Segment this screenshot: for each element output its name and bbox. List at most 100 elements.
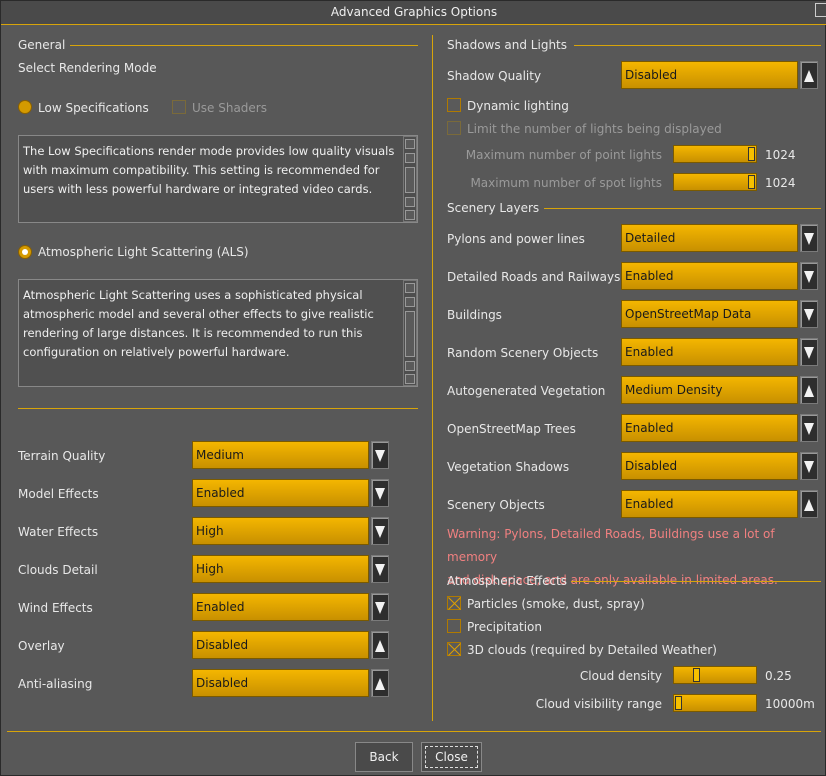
terrain-quality-value[interactable]: Medium — [192, 441, 369, 469]
dynamic-lighting-checkbox[interactable] — [447, 98, 461, 112]
water-effects-combo[interactable]: High — [192, 517, 390, 545]
chevron-up-icon[interactable] — [371, 669, 389, 697]
model-effects-combo[interactable]: Enabled — [192, 479, 390, 507]
low-spec-radio[interactable] — [18, 100, 32, 114]
rendering-mode-label: Select Rendering Mode — [18, 61, 157, 75]
back-button[interactable]: Back — [355, 742, 413, 772]
particles-checkbox[interactable] — [447, 596, 461, 610]
model-effects-label: Model Effects — [18, 487, 99, 501]
detailed-roads-and-railways-combo[interactable]: Enabled — [621, 262, 819, 290]
column-divider — [432, 35, 433, 721]
pylons-and-power-lines-value[interactable]: Detailed — [621, 224, 798, 252]
wind-effects-label: Wind Effects — [18, 601, 93, 615]
pylons-and-power-lines-combo[interactable]: Detailed — [621, 224, 819, 252]
vegetation-shadows-combo[interactable]: Disabled — [621, 452, 819, 480]
autogenerated-vegetation-label: Autogenerated Vegetation — [447, 384, 606, 398]
vegetation-shadows-value[interactable]: Disabled — [621, 452, 798, 480]
autogenerated-vegetation-combo[interactable]: Medium Density — [621, 376, 819, 404]
chevron-up-icon[interactable] — [800, 376, 818, 404]
random-scenery-objects-label: Random Scenery Objects — [447, 346, 599, 360]
chevron-down-icon[interactable] — [371, 479, 389, 507]
chevron-up-icon[interactable] — [800, 61, 818, 89]
openstreetmap-trees-combo[interactable]: Enabled — [621, 414, 819, 442]
cloud-visibility-slider-handle[interactable] — [675, 696, 682, 710]
buildings-value[interactable]: OpenStreetMap Data — [621, 300, 798, 328]
buildings-combo[interactable]: OpenStreetMap Data — [621, 300, 819, 328]
clouds-3d-label: 3D clouds (required by Detailed Weather) — [467, 643, 717, 657]
limit-lights-checkbox[interactable] — [447, 121, 461, 135]
particles-label: Particles (smoke, dust, spray) — [467, 597, 645, 611]
clouds-detail-value[interactable]: High — [192, 555, 369, 583]
point-lights-slider[interactable] — [673, 145, 757, 163]
precipitation-checkbox[interactable] — [447, 619, 461, 633]
openstreetmap-trees-value[interactable]: Enabled — [621, 414, 798, 442]
autogenerated-vegetation-value[interactable]: Medium Density — [621, 376, 798, 404]
use-shaders-label: Use Shaders — [192, 101, 267, 115]
title-bar: Advanced Graphics Options — [1, 1, 826, 25]
chevron-down-icon[interactable] — [371, 593, 389, 621]
point-lights-label: Maximum number of point lights — [465, 148, 662, 162]
chevron-down-icon[interactable] — [800, 338, 818, 366]
random-scenery-objects-value[interactable]: Enabled — [621, 338, 798, 366]
model-effects-value[interactable]: Enabled — [192, 479, 369, 507]
chevron-down-icon[interactable] — [800, 224, 818, 252]
chevron-down-icon[interactable] — [371, 517, 389, 545]
use-shaders-checkbox[interactable] — [172, 100, 186, 114]
point-lights-slider-handle[interactable] — [748, 147, 755, 161]
random-scenery-objects-combo[interactable]: Enabled — [621, 338, 819, 366]
scenery-objects-combo[interactable]: Enabled — [621, 490, 819, 518]
low-spec-scrollbar[interactable] — [403, 136, 417, 222]
chevron-up-icon[interactable] — [371, 631, 389, 659]
clouds-detail-combo[interactable]: High — [192, 555, 390, 583]
clouds-3d-checkbox[interactable] — [447, 642, 461, 656]
anti-aliasing-combo[interactable]: Disabled — [192, 669, 390, 697]
chevron-down-icon[interactable] — [371, 441, 389, 469]
close-window-icon[interactable] — [815, 3, 826, 17]
section-scenery-label: Scenery Layers — [447, 201, 540, 215]
general-separator — [18, 408, 418, 409]
low-spec-label: Low Specifications — [38, 101, 149, 115]
section-general-label: General — [18, 38, 66, 52]
section-general: General — [18, 38, 418, 52]
als-scrollbar[interactable] — [403, 280, 417, 386]
cloud-density-slider[interactable] — [673, 666, 757, 684]
overlay-value[interactable]: Disabled — [192, 631, 369, 659]
chevron-up-icon[interactable] — [800, 490, 818, 518]
water-effects-label: Water Effects — [18, 525, 99, 539]
clouds-detail-label: Clouds Detail — [18, 563, 98, 577]
shadow-quality-value[interactable]: Disabled — [621, 61, 798, 89]
cloud-density-slider-handle[interactable] — [693, 668, 700, 682]
pylons-and-power-lines-label: Pylons and power lines — [447, 232, 585, 246]
chevron-down-icon[interactable] — [800, 300, 818, 328]
chevron-down-icon[interactable] — [371, 555, 389, 583]
cloud-visibility-value: 10000m — [765, 697, 815, 711]
section-atmospheric: Atmospheric Effects — [447, 574, 821, 588]
wind-effects-value[interactable]: Enabled — [192, 593, 369, 621]
buildings-label: Buildings — [447, 308, 502, 322]
als-description: Atmospheric Light Scattering uses a soph… — [18, 279, 418, 387]
terrain-quality-label: Terrain Quality — [18, 449, 106, 463]
low-spec-description-text: The Low Specifications render mode provi… — [23, 144, 395, 196]
anti-aliasing-value[interactable]: Disabled — [192, 669, 369, 697]
chevron-down-icon[interactable] — [800, 452, 818, 480]
detailed-roads-and-railways-value[interactable]: Enabled — [621, 262, 798, 290]
detailed-roads-and-railways-label: Detailed Roads and Railways — [447, 270, 621, 284]
overlay-combo[interactable]: Disabled — [192, 631, 390, 659]
water-effects-value[interactable]: High — [192, 517, 369, 545]
cloud-visibility-slider[interactable] — [673, 694, 757, 712]
shadow-quality-combo[interactable]: Disabled — [621, 61, 819, 89]
low-spec-description: The Low Specifications render mode provi… — [18, 135, 418, 223]
spot-lights-slider[interactable] — [673, 173, 757, 191]
close-button[interactable]: Close — [421, 742, 482, 772]
limit-lights-label: Limit the number of lights being display… — [467, 122, 722, 136]
spot-lights-slider-handle[interactable] — [748, 175, 755, 189]
chevron-down-icon[interactable] — [800, 414, 818, 442]
advanced-graphics-dialog: Advanced Graphics Options General Select… — [0, 0, 826, 776]
terrain-quality-combo[interactable]: Medium — [192, 441, 390, 469]
chevron-down-icon[interactable] — [800, 262, 818, 290]
wind-effects-combo[interactable]: Enabled — [192, 593, 390, 621]
cloud-visibility-label: Cloud visibility range — [535, 697, 662, 711]
scenery-objects-value[interactable]: Enabled — [621, 490, 798, 518]
als-radio[interactable] — [18, 245, 32, 259]
scenery-objects-label: Scenery Objects — [447, 498, 545, 512]
